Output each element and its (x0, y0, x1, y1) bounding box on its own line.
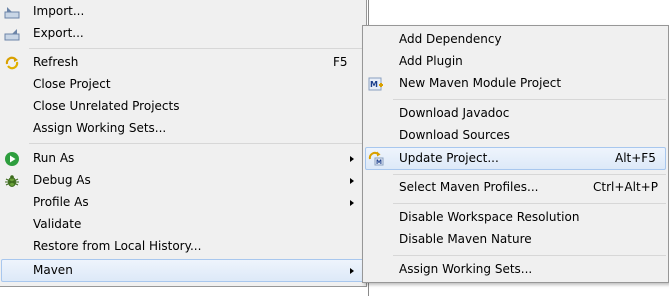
debug-icon (4, 173, 20, 189)
menu-item-label: Restore from Local History... (33, 239, 202, 253)
submenu-arrow-icon (350, 268, 354, 274)
menu-item-label: Download Sources (399, 128, 510, 142)
menu-item-disable-workspace-resolution[interactable]: Disable Workspace Resolution (365, 207, 666, 229)
menu-item-export[interactable]: Export... (1, 23, 364, 45)
menu-item-import[interactable]: Import... (1, 1, 364, 23)
menu-item-run-as[interactable]: Run As (1, 148, 364, 170)
menu-item-label: Debug As (33, 173, 91, 187)
submenu-arrow-icon (350, 200, 354, 206)
svg-text:M: M (370, 80, 378, 89)
menu-item-download-sources[interactable]: Download Sources (365, 125, 666, 147)
refresh-icon (4, 55, 20, 71)
maven-submenu: Add Dependency Add Plugin M New Maven Mo… (362, 25, 669, 283)
menu-item-add-dependency[interactable]: Add Dependency (365, 29, 666, 51)
menu-item-profile-as[interactable]: Profile As (1, 192, 364, 214)
menu-item-label: Run As (33, 151, 75, 165)
menu-item-disable-maven-nature[interactable]: Disable Maven Nature (365, 229, 666, 251)
menu-item-accelerator: Alt+F5 (615, 151, 656, 165)
menu-item-close-unrelated-projects[interactable]: Close Unrelated Projects (1, 96, 364, 118)
menu-item-label: Download Javadoc (399, 106, 510, 120)
menu-item-label: Select Maven Profiles... (399, 180, 539, 194)
menu-item-new-maven-module-project[interactable]: M New Maven Module Project (365, 73, 666, 95)
menu-item-label: Maven (33, 263, 73, 277)
menu-item-label: New Maven Module Project (399, 76, 562, 90)
menu-separator (393, 255, 666, 256)
update-project-icon: M (368, 150, 384, 166)
menu-item-debug-as[interactable]: Debug As (1, 170, 364, 192)
menu-item-assign-working-sets[interactable]: Assign Working Sets... (365, 259, 666, 281)
menu-item-label: Refresh (33, 55, 79, 69)
menu-item-label: Profile As (33, 195, 89, 209)
menu-item-label: Close Unrelated Projects (33, 99, 180, 113)
menu-item-assign-working-sets[interactable]: Assign Working Sets... (1, 118, 364, 140)
export-icon (4, 26, 20, 42)
menu-item-select-maven-profiles[interactable]: Select Maven Profiles... Ctrl+Alt+P (365, 177, 666, 199)
menu-item-refresh[interactable]: Refresh F5 (1, 52, 364, 74)
menu-item-update-project[interactable]: M Update Project... Alt+F5 (365, 147, 666, 170)
submenu-arrow-icon (350, 156, 354, 162)
menu-item-accelerator: F5 (333, 55, 348, 69)
menu-item-close-project[interactable]: Close Project (1, 74, 364, 96)
menu-item-add-plugin[interactable]: Add Plugin (365, 51, 666, 73)
menu-separator (29, 48, 364, 49)
menu-item-download-javadoc[interactable]: Download Javadoc (365, 103, 666, 125)
submenu-arrow-icon (350, 178, 354, 184)
project-context-menu: Import... Export... Refresh F5 Close Pro… (0, 0, 367, 287)
menu-separator (393, 99, 666, 100)
menu-item-maven[interactable]: Maven (1, 259, 364, 282)
svg-text:M: M (376, 159, 382, 166)
menu-item-label: Disable Maven Nature (399, 232, 532, 246)
menu-separator (393, 174, 666, 175)
menu-item-label: Assign Working Sets... (33, 121, 167, 135)
maven-module-icon: M (368, 76, 384, 92)
menu-item-label: Add Dependency (399, 32, 502, 46)
menu-item-label: Add Plugin (399, 54, 463, 68)
run-icon (4, 151, 20, 167)
menu-separator (29, 143, 364, 144)
menu-item-label: Assign Working Sets... (399, 262, 533, 276)
menu-item-label: Export... (33, 26, 84, 40)
menu-separator (393, 203, 666, 204)
menu-item-label: Close Project (33, 77, 111, 91)
menu-item-restore-from-local-history[interactable]: Restore from Local History... (1, 236, 364, 258)
menu-item-label: Update Project... (399, 151, 499, 165)
menu-item-label: Import... (33, 4, 85, 18)
menu-item-label: Validate (33, 217, 82, 231)
menu-item-label: Disable Workspace Resolution (399, 210, 580, 224)
menu-item-accelerator: Ctrl+Alt+P (593, 180, 658, 194)
import-icon (4, 4, 20, 20)
menu-item-validate[interactable]: Validate (1, 214, 364, 236)
